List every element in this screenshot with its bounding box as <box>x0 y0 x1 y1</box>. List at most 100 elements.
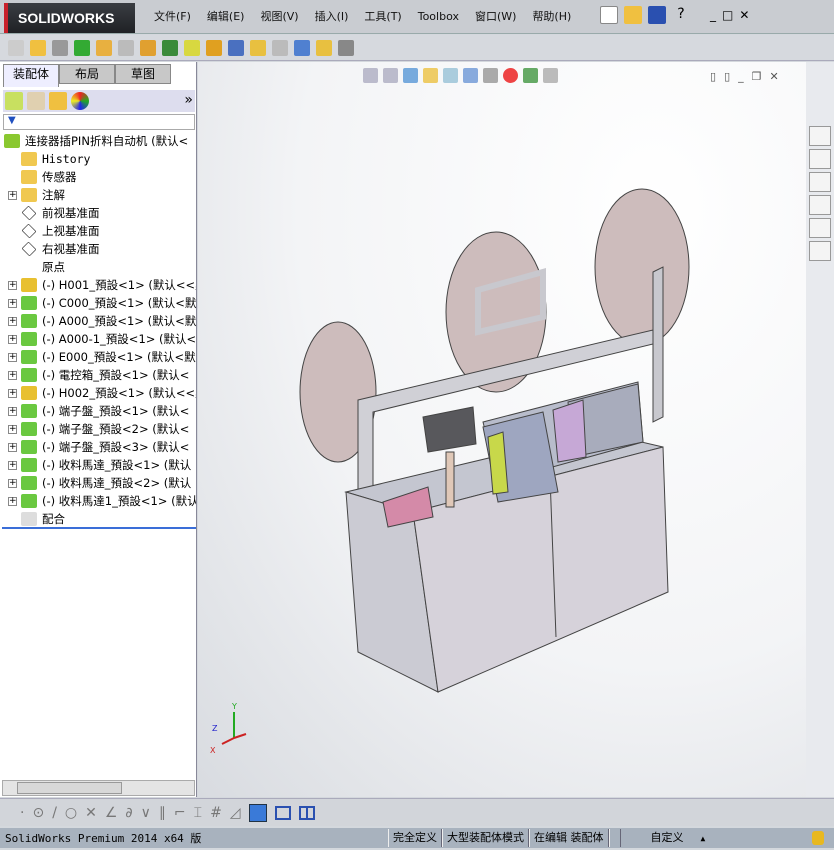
polygon-icon[interactable]: ○ <box>65 805 77 821</box>
machine-model[interactable] <box>198 62 806 797</box>
tree-item[interactable]: + (-) E000_預設<1> (默认<默 <box>0 348 196 366</box>
menu-item[interactable]: 视图(V) <box>252 8 306 26</box>
horizontal-scrollbar[interactable] <box>2 780 195 796</box>
expand-toggle[interactable]: + <box>8 370 17 380</box>
tree-item[interactable]: 原点 <box>0 258 196 276</box>
tree-item[interactable]: + (-) 端子盤_預設<2> (默认< <box>0 420 196 438</box>
clearance-icon[interactable] <box>316 39 332 56</box>
expand-toggle[interactable]: + <box>8 460 17 470</box>
tab-0[interactable]: 装配体 <box>3 64 59 87</box>
expand-toggle[interactable]: + <box>8 352 17 362</box>
tree-item[interactable]: + (-) 端子盤_預設<1> (默认< <box>0 402 196 420</box>
component-icon[interactable] <box>8 39 24 56</box>
bill-of-materials-icon[interactable] <box>228 39 244 56</box>
tree-item[interactable]: + (-) 收料馬達_預設<1> (默认 <box>0 456 196 474</box>
exploded-view-icon[interactable] <box>250 39 266 56</box>
tree-item[interactable]: 右视基准面 <box>0 240 196 258</box>
save-icon[interactable] <box>648 6 666 24</box>
resources-home-icon[interactable] <box>809 126 831 146</box>
show-hidden-icon[interactable] <box>140 39 156 56</box>
appearances-icon[interactable] <box>809 218 831 238</box>
design-library-icon[interactable] <box>809 149 831 169</box>
configuration-manager-icon[interactable] <box>49 92 67 110</box>
scroll-thumb[interactable] <box>17 782 122 794</box>
move-component-icon[interactable] <box>118 39 134 56</box>
menu-item[interactable]: 插入(I) <box>307 8 357 26</box>
triangle-icon[interactable]: ◿ <box>230 805 241 821</box>
line-icon[interactable]: / <box>52 805 57 821</box>
tree-item[interactable]: + (-) H002_預設<1> (默认<<默 <box>0 384 196 402</box>
tag-icon[interactable] <box>812 831 824 845</box>
menu-item[interactable]: 窗口(W) <box>467 8 524 26</box>
new-motion-study-icon[interactable] <box>206 39 222 56</box>
tree-item[interactable]: 传感器 <box>0 168 196 186</box>
assembly-features-icon[interactable] <box>162 39 178 56</box>
fillet-icon[interactable]: ∂ <box>125 805 132 821</box>
feature-manager-icon[interactable] <box>5 92 23 110</box>
tree-item[interactable]: + (-) H001_預設<1> (默认<<默 <box>0 276 196 294</box>
tree-item[interactable]: + (-) 收料馬達1_預設<1> (默认 <box>0 492 196 510</box>
parallel-icon[interactable]: ∥ <box>159 805 166 821</box>
expand-toggle[interactable]: + <box>8 280 17 290</box>
open-icon[interactable] <box>624 6 642 24</box>
insert-component-icon[interactable] <box>30 39 46 56</box>
tree-item[interactable]: 配合 <box>0 510 196 528</box>
tree-item[interactable]: + (-) 收料馬達_預設<2> (默认 <box>0 474 196 492</box>
menu-item[interactable]: 工具(T) <box>356 8 409 26</box>
filter-icon[interactable]: ▼ <box>3 114 195 130</box>
expand-toggle[interactable]: + <box>8 334 17 344</box>
tree-item[interactable]: + 注解 <box>0 186 196 204</box>
circle-icon[interactable]: ⊙ <box>32 805 44 821</box>
menu-item[interactable]: 文件(F) <box>146 8 199 26</box>
four-view-icon[interactable] <box>298 805 315 820</box>
view-palette-icon[interactable] <box>809 195 831 215</box>
chamfer-icon[interactable]: ∨ <box>141 805 151 821</box>
grid-icon[interactable]: # <box>210 805 222 821</box>
single-view-icon[interactable] <box>274 805 291 820</box>
angle-icon[interactable]: ∠ <box>105 805 118 821</box>
tab-1[interactable]: 布局 <box>59 64 115 84</box>
expand-toggle[interactable]: + <box>8 316 17 326</box>
trim-icon[interactable]: ✕ <box>85 805 97 821</box>
menu-item[interactable]: Toolbox <box>410 8 467 26</box>
instant3d-icon[interactable] <box>338 39 354 56</box>
expand-toggle[interactable]: + <box>8 442 17 452</box>
file-explorer-icon[interactable] <box>809 172 831 192</box>
units-selector[interactable]: 自定义 <box>621 829 701 847</box>
graphics-area[interactable]: ▯ ▯ _ ❐ ✕ Y Z X <box>198 62 806 797</box>
expand-toggle[interactable]: + <box>8 424 17 434</box>
property-manager-icon[interactable] <box>27 92 45 110</box>
tree-item[interactable]: 连接器插PIN折料自动机 (默认< <box>0 132 196 150</box>
menu-item[interactable]: 帮助(H) <box>524 8 579 26</box>
expand-toggle[interactable]: + <box>8 298 17 308</box>
close-button[interactable]: ✕ <box>739 8 749 22</box>
point-icon[interactable]: · <box>20 805 24 821</box>
more-chevron[interactable]: » <box>184 92 193 110</box>
expand-toggle[interactable]: + <box>8 478 17 488</box>
menu-item[interactable]: 编辑(E) <box>199 8 253 26</box>
corner-icon[interactable]: ⌐ <box>174 805 186 821</box>
new-document-icon[interactable] <box>600 6 618 24</box>
mate-icon[interactable] <box>52 39 68 56</box>
tree-item[interactable]: 上视基准面 <box>0 222 196 240</box>
tab-2[interactable]: 草图 <box>115 64 171 84</box>
tree-item[interactable]: History <box>0 150 196 168</box>
minimize-button[interactable]: _ <box>710 8 716 22</box>
custom-properties-icon[interactable] <box>809 241 831 261</box>
expand-toggle[interactable]: + <box>8 190 17 200</box>
expand-toggle[interactable]: + <box>8 406 17 416</box>
interference-icon[interactable] <box>294 39 310 56</box>
linear-pattern-icon[interactable] <box>74 39 90 56</box>
maximize-button[interactable]: □ <box>722 8 733 22</box>
display-manager-icon[interactable] <box>71 92 89 110</box>
tree-item[interactable]: + (-) A000_預設<1> (默认<默 <box>0 312 196 330</box>
explode-line-icon[interactable] <box>272 39 288 56</box>
smart-fasteners-icon[interactable] <box>96 39 112 56</box>
tree-item[interactable]: + (-) C000_預設<1> (默认<默 <box>0 294 196 312</box>
expand-toggle[interactable]: + <box>8 388 17 398</box>
3d-view-icon[interactable] <box>248 803 267 822</box>
tree-item[interactable]: + (-) A000-1_預設<1> (默认< <box>0 330 196 348</box>
tree-item[interactable]: + (-) 電控箱_預設<1> (默认< <box>0 366 196 384</box>
dimension-icon[interactable]: ⌶ <box>194 805 202 821</box>
reference-geometry-icon[interactable] <box>184 39 200 56</box>
